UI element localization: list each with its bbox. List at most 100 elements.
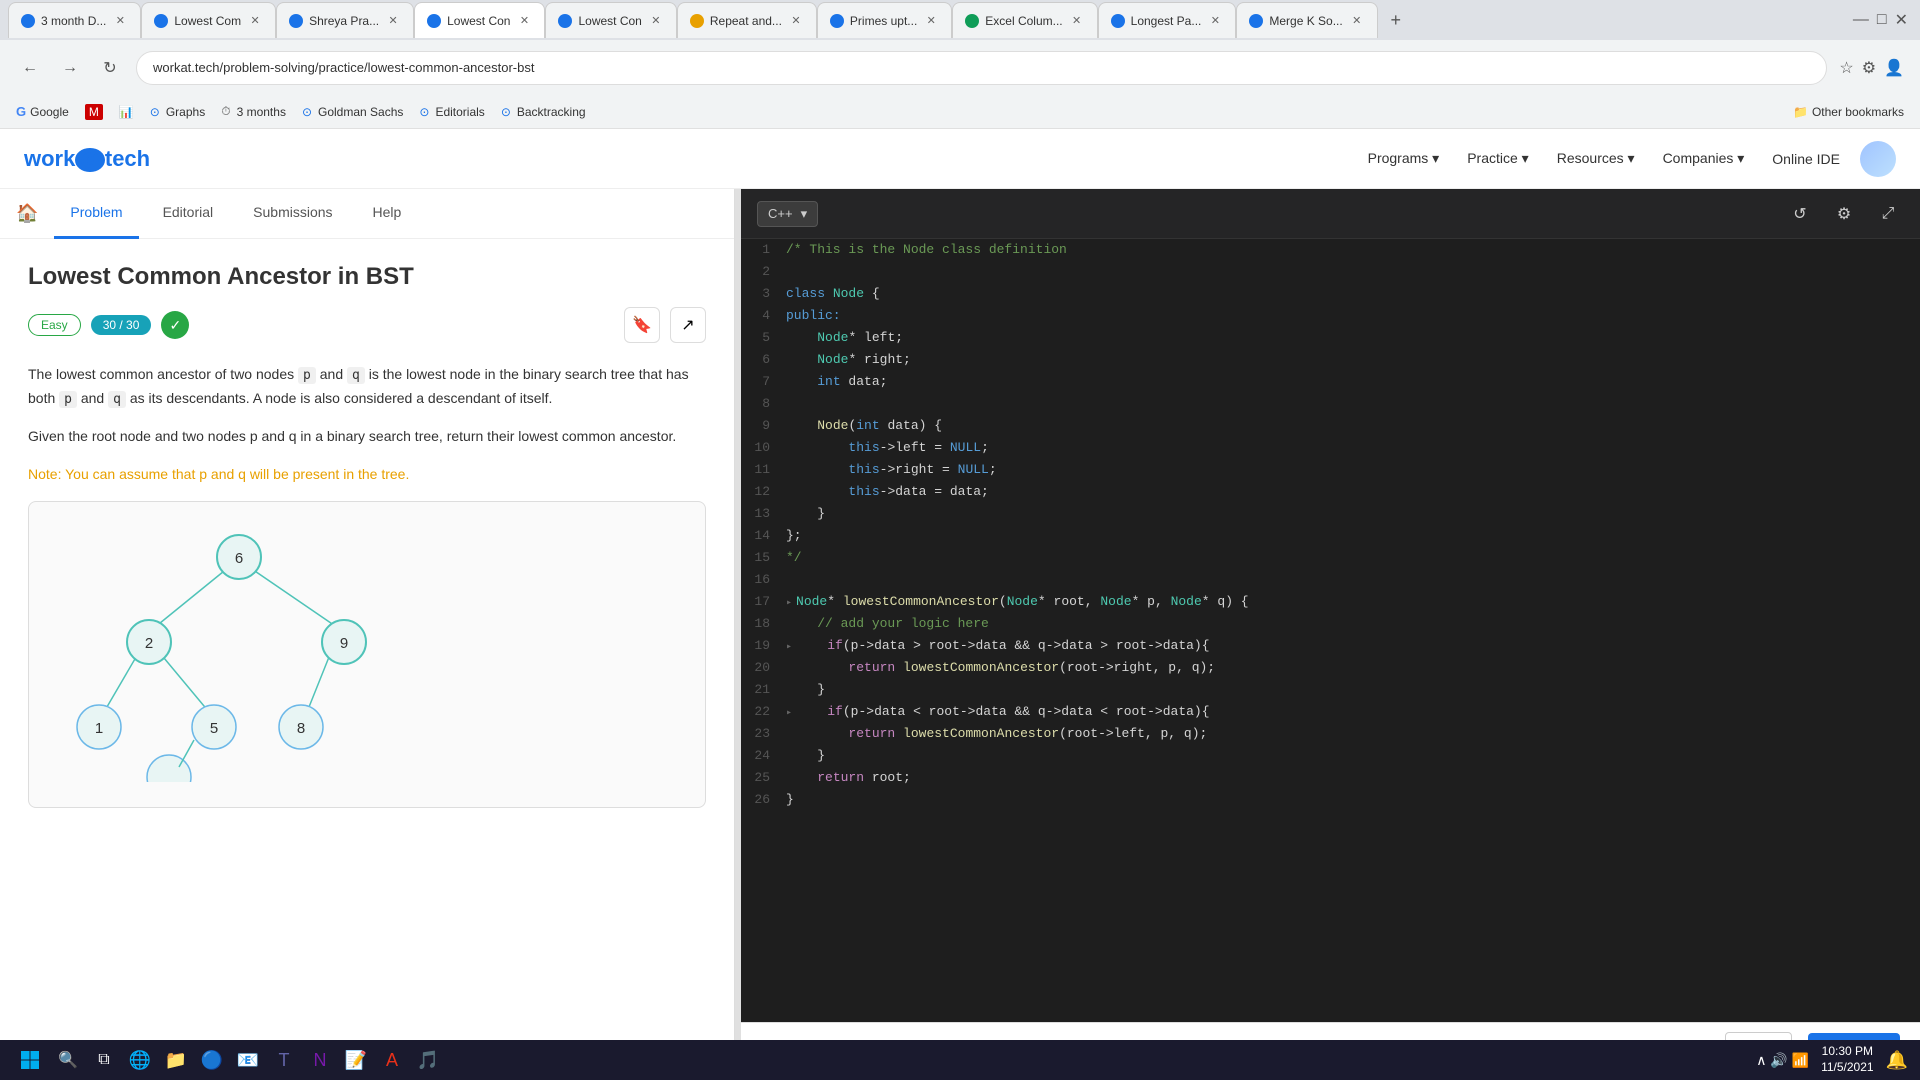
tab-close-7[interactable]: ✕ xyxy=(923,13,939,29)
address-input[interactable]: workat.tech/problem-solving/practice/low… xyxy=(136,51,1827,85)
code-line-24: 24 } xyxy=(741,745,1920,767)
nav-programs[interactable]: Programs ▾ xyxy=(1368,150,1440,167)
code-line-17: 17 ▸Node* lowestCommonAncestor(Node* roo… xyxy=(741,591,1920,613)
tab-4[interactable]: Lowest Con ✕ xyxy=(414,2,545,38)
bookmark-editorials-label: Editorials xyxy=(435,105,484,119)
tree-svg: 6 2 9 1 5 xyxy=(49,522,429,782)
taskbar-edge[interactable]: 🌐 xyxy=(124,1044,156,1076)
code-line-4: 4 public: xyxy=(741,305,1920,327)
tab-title-5: Lowest Con xyxy=(578,14,641,28)
bookmark-star-icon[interactable]: ☆ xyxy=(1839,58,1853,78)
user-avatar[interactable] xyxy=(1860,141,1896,177)
tab-title-10: Merge K So... xyxy=(1269,14,1342,28)
bookmark-editorials[interactable]: ⊙ Editorials xyxy=(419,105,484,119)
taskbar-app1[interactable]: A xyxy=(376,1044,408,1076)
tab-problem[interactable]: Problem xyxy=(54,189,138,239)
problem-description-2: Given the root node and two nodes p and … xyxy=(28,425,706,449)
profile-icon[interactable]: 👤 xyxy=(1884,58,1904,78)
tab-3[interactable]: Shreya Pra... ✕ xyxy=(276,2,414,38)
tab-favicon-9 xyxy=(1111,14,1125,28)
bookmark-3months[interactable]: ⏱ 3 months xyxy=(221,104,286,119)
tab-9[interactable]: Longest Pa... ✕ xyxy=(1098,2,1237,38)
browser-chrome: 3 month D... ✕ Lowest Com ✕ Shreya Pra..… xyxy=(0,0,1920,95)
tab-editorial[interactable]: Editorial xyxy=(147,189,230,239)
bookmark-backtracking[interactable]: ⊙ Backtracking xyxy=(501,105,586,119)
tab-6[interactable]: Repeat and... ✕ xyxy=(677,2,817,38)
taskbar-teams[interactable]: T xyxy=(268,1044,300,1076)
tab-7[interactable]: Primes upt... ✕ xyxy=(817,2,952,38)
tab-close-5[interactable]: ✕ xyxy=(648,13,664,29)
chevron-down-icon: ▾ xyxy=(801,206,808,222)
forward-button[interactable]: → xyxy=(56,54,84,82)
code-line-1: 1 /* This is the Node class definition xyxy=(741,239,1920,261)
minimize-button[interactable]: — xyxy=(1853,11,1869,29)
taskbar-outlook[interactable]: 📧 xyxy=(232,1044,264,1076)
taskbar-something[interactable]: 📝 xyxy=(340,1044,372,1076)
tab-2[interactable]: Lowest Com ✕ xyxy=(141,2,276,38)
nav-resources[interactable]: Resources ▾ xyxy=(1557,150,1635,167)
tab-close-1[interactable]: ✕ xyxy=(112,13,128,29)
nav-companies[interactable]: Companies ▾ xyxy=(1663,150,1745,167)
nav-online-ide[interactable]: Online IDE xyxy=(1772,151,1840,167)
tab-8[interactable]: Excel Colum... ✕ xyxy=(952,2,1097,38)
close-window-button[interactable]: ✕ xyxy=(1895,10,1908,30)
bookmark-folder-icon: 📁 xyxy=(1793,105,1808,119)
reset-button[interactable]: ↺ xyxy=(1784,198,1816,230)
notification-icon[interactable]: 🔔 xyxy=(1886,1050,1908,1071)
start-button[interactable] xyxy=(12,1042,48,1078)
back-button[interactable]: ← xyxy=(16,54,44,82)
bookmark-m[interactable]: M xyxy=(85,104,103,120)
settings-button[interactable]: ⚙ xyxy=(1828,198,1860,230)
problem-panel: 🏠 Problem Editorial Submissions Help Low… xyxy=(0,189,735,1074)
fullscreen-button[interactable]: ⤢ xyxy=(1872,198,1904,230)
language-selector[interactable]: C++ ▾ xyxy=(757,201,818,227)
bookmark-editorials-icon: ⊙ xyxy=(419,105,429,119)
tree-visualization: 6 2 9 1 5 xyxy=(28,501,706,808)
q-code-2: q xyxy=(108,391,126,408)
nav-practice[interactable]: Practice ▾ xyxy=(1467,150,1529,167)
tab-10[interactable]: Merge K So... ✕ xyxy=(1236,2,1377,38)
maximize-button[interactable]: □ xyxy=(1877,11,1887,29)
bookmark-google[interactable]: G Google xyxy=(16,104,69,119)
tab-favicon-10 xyxy=(1249,14,1263,28)
svg-text:8: 8 xyxy=(297,720,305,737)
share-button[interactable]: ↗ xyxy=(670,307,706,343)
taskbar-file-explorer[interactable]: 📁 xyxy=(160,1044,192,1076)
bookmark-m-icon: M xyxy=(85,104,103,120)
code-line-25: 25 return root; xyxy=(741,767,1920,789)
home-icon[interactable]: 🏠 xyxy=(16,203,38,224)
bookmark-graphs[interactable]: ⊙ Graphs xyxy=(150,105,205,119)
new-tab-button[interactable]: + xyxy=(1382,6,1410,34)
bookmark-button[interactable]: 🔖 xyxy=(624,307,660,343)
reload-button[interactable]: ↻ xyxy=(96,54,124,82)
tab-5[interactable]: Lowest Con ✕ xyxy=(545,2,676,38)
extensions-icon[interactable]: ⚙ xyxy=(1862,58,1876,78)
tab-title-6: Repeat and... xyxy=(710,14,782,28)
taskbar-chrome[interactable]: 🔵 xyxy=(196,1044,228,1076)
code-line-19: 19 ▸ if(p->data > root->data && q->data … xyxy=(741,635,1920,657)
tab-close-3[interactable]: ✕ xyxy=(385,13,401,29)
svg-text:9: 9 xyxy=(340,635,348,652)
code-area[interactable]: 1 /* This is the Node class definition 2… xyxy=(741,239,1920,1022)
tab-close-9[interactable]: ✕ xyxy=(1207,13,1223,29)
tab-close-2[interactable]: ✕ xyxy=(247,13,263,29)
editor-panel: C++ ▾ ↺ ⚙ ⤢ 1 /* This is the Node class … xyxy=(741,189,1920,1074)
taskbar-right: ∧ 🔊 📶 10:30 PM 11/5/2021 🔔 xyxy=(1756,1044,1908,1075)
taskbar-search[interactable]: 🔍 xyxy=(52,1044,84,1076)
taskbar-task-view[interactable]: ⧉ xyxy=(88,1044,120,1076)
bookmark-other[interactable]: 📁 Other bookmarks xyxy=(1793,105,1904,119)
tab-close-8[interactable]: ✕ xyxy=(1069,13,1085,29)
p-code-2: p xyxy=(59,391,77,408)
tab-help[interactable]: Help xyxy=(357,189,418,239)
window-controls: — □ ✕ xyxy=(1853,10,1920,30)
bookmark-goldman[interactable]: ⊙ Goldman Sachs xyxy=(302,105,403,119)
taskbar-app2[interactable]: 🎵 xyxy=(412,1044,444,1076)
tab-close-4[interactable]: ✕ xyxy=(516,13,532,29)
tab-favicon-8 xyxy=(965,14,979,28)
tab-close-10[interactable]: ✕ xyxy=(1349,13,1365,29)
bookmark-chart[interactable]: 📊 xyxy=(119,105,134,119)
taskbar-onenote[interactable]: N xyxy=(304,1044,336,1076)
tab-close-6[interactable]: ✕ xyxy=(788,13,804,29)
tab-submissions[interactable]: Submissions xyxy=(237,189,348,239)
tab-1[interactable]: 3 month D... ✕ xyxy=(8,2,141,38)
